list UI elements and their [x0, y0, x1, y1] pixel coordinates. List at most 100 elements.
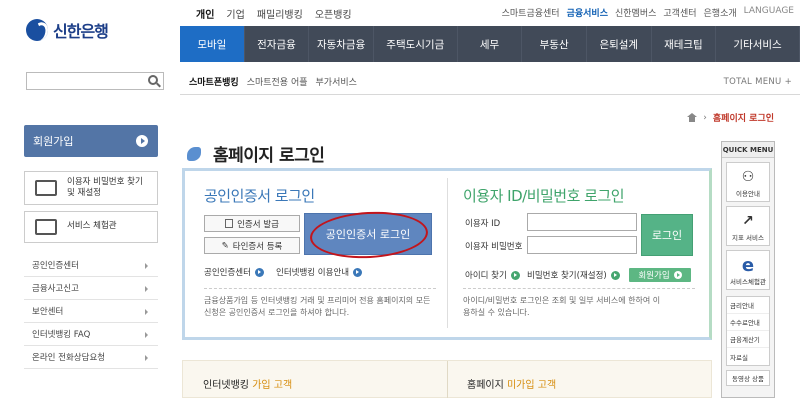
quick-item-rates[interactable]: 금리안내 [727, 297, 769, 314]
find-id-link[interactable]: 아이디 찾기 [465, 269, 520, 281]
util-shinhan-members[interactable]: 신한멤버스 [615, 6, 656, 19]
banking-guide-label: 인터넷뱅킹 이용안내 [276, 268, 350, 278]
util-customer-center[interactable]: 고객센터 [663, 6, 696, 19]
join-label: 회원가입 [33, 135, 74, 148]
nonmember-highlight: 미가입 고객 [506, 380, 557, 391]
total-menu-button[interactable]: TOTAL MENU + [724, 77, 792, 87]
nonmember-customer-heading[interactable]: 홈페이지 미가입 고객 [467, 376, 556, 391]
arrow-right-icon [136, 135, 148, 147]
tab-open-banking[interactable]: 오픈뱅킹 [315, 6, 352, 21]
nav-real-estate[interactable]: 부동산 [522, 26, 587, 62]
join-button[interactable]: 회원가입 [629, 268, 691, 282]
title-decoration-icon [185, 145, 207, 163]
document-icon [225, 219, 234, 228]
join-member-button[interactable]: 회원가입 [24, 125, 158, 157]
join-button-label: 회원가입 [638, 271, 670, 281]
register-cert-button[interactable]: ✎ 타인증서 등록 [204, 237, 300, 254]
nav-retirement[interactable]: 은퇴설계 [587, 26, 652, 62]
member-highlight: 가입 고객 [252, 380, 293, 391]
guide-icon: ⚇ [741, 169, 755, 185]
quick-menu-title: QUICK MENU [722, 142, 774, 158]
arrow-circle-icon [254, 267, 264, 277]
quick-guide-button[interactable]: ⚇ 이용안내 [726, 162, 770, 202]
sidebar-links: 공인인증센터 금융사고신고 보안센터 인터넷뱅킹 FAQ 온라인 전화상담요청 [24, 254, 158, 369]
util-language[interactable]: LANGUAGE [744, 6, 794, 19]
nav-other-services[interactable]: 기타서비스 [716, 26, 800, 62]
quick-video-products[interactable]: 동영상 상품 [726, 370, 770, 386]
find-password-link-2[interactable]: 비밀번호 찾기(재설정) [527, 269, 620, 281]
shinhan-logo-icon [26, 19, 48, 41]
breadcrumb-current: 홈페이지 로그인 [712, 114, 774, 124]
member-prefix: 인터넷뱅킹 [203, 380, 253, 391]
page-title: 홈페이지 로그인 [213, 146, 325, 166]
issue-cert-button[interactable]: 인증서 발급 [204, 215, 300, 232]
find-password-link[interactable]: 이용자 비밀번호 찾기 및 재설정 [24, 171, 158, 205]
main-nav: 모바일 전자금융 자동차금융 주택도시기금 세무 부동산 은퇴설계 재테크팁 기… [180, 26, 800, 62]
arrow-circle-icon [353, 267, 363, 277]
subnav-extra-services[interactable]: 부가서비스 [316, 75, 357, 88]
quick-experience-button[interactable]: e 서비스체험관 [726, 250, 770, 290]
dashed-divider [463, 288, 695, 289]
service-experience-label: 서비스 체험관 [67, 221, 117, 232]
quick-item-fees[interactable]: 수수료안내 [727, 314, 769, 331]
util-financial-services[interactable]: 금융서비스 [567, 6, 608, 19]
subnav-smart-apps[interactable]: 스마트전용 어플 [247, 75, 308, 88]
nav-e-finance[interactable]: 전자금융 [245, 26, 310, 62]
quick-guide-label: 이용안내 [736, 190, 760, 198]
tab-family-banking[interactable]: 패밀리뱅킹 [257, 6, 303, 21]
search-box [26, 72, 164, 90]
id-login-panel: 이용자 ID/비밀번호 로그인 이용자 ID 이용자 비밀번호 로그인 아이디 … [449, 171, 709, 337]
page-heading: 홈페이지 로그인 [185, 141, 325, 166]
util-smart-finance[interactable]: 스마트금융센터 [502, 6, 560, 19]
quick-menu: QUICK MENU ⚇ 이용안내 ↗ 지표 서비스 e 서비스체험관 금리안내… [721, 141, 775, 398]
issue-cert-label: 인증서 발급 [237, 219, 279, 230]
register-cert-label: 타인증서 등록 [232, 241, 283, 252]
quick-experience-label: 서비스체험관 [730, 278, 766, 286]
nav-mobile[interactable]: 모바일 [180, 26, 245, 62]
utility-links: 스마트금융센터 금융서비스 신한멤버스 고객센터 은행소개 LANGUAGE [502, 6, 794, 19]
sidebar-item-security-center[interactable]: 보안센터 [24, 300, 158, 323]
bank-logo[interactable]: 신한은행 [26, 18, 109, 42]
find-id-label: 아이디 찾기 [465, 271, 507, 281]
quick-index-label: 지표 서비스 [732, 234, 764, 242]
cert-center-link[interactable]: 공인인증센터 [204, 266, 264, 278]
tab-business[interactable]: 기업 [226, 6, 244, 21]
divider [180, 94, 800, 95]
tab-personal[interactable]: 개인 [196, 6, 214, 21]
cert-description: 금융상품가입 등 인터넷뱅킹 거래 및 프리미어 전용 홈페이지의 모든 신청은… [204, 296, 431, 317]
member-customer-heading[interactable]: 인터넷뱅킹 가입 고객 [203, 376, 292, 391]
search-input[interactable] [27, 73, 139, 89]
home-icon[interactable] [687, 113, 698, 122]
id-login-button[interactable]: 로그인 [641, 214, 693, 256]
sidebar-item-cert-center[interactable]: 공인인증센터 [24, 254, 158, 277]
cert-center-label: 공인인증센터 [204, 268, 251, 278]
service-experience-link[interactable]: 서비스 체험관 [24, 211, 158, 243]
nonmember-prefix: 홈페이지 [467, 380, 507, 391]
arrow-circle-icon [610, 270, 620, 280]
quick-index-button[interactable]: ↗ 지표 서비스 [726, 206, 770, 246]
breadcrumb-separator-icon: › [703, 112, 707, 123]
sidebar-item-fraud-report[interactable]: 금융사고신고 [24, 277, 158, 300]
sub-nav: 스마트폰뱅킹 스마트전용 어플 부가서비스 [189, 75, 357, 88]
nav-investment-tips[interactable]: 재테크팁 [652, 26, 717, 62]
monitor-icon [35, 180, 57, 196]
panel-divider [447, 178, 448, 328]
find-password-label-2: 비밀번호 찾기(재설정) [527, 271, 607, 281]
nav-auto-finance[interactable]: 자동차금융 [309, 26, 374, 62]
sidebar-item-faq[interactable]: 인터넷뱅킹 FAQ [24, 323, 158, 346]
quick-item-calculator[interactable]: 금융계산기 [727, 331, 769, 348]
nav-housing-fund[interactable]: 주택도시기금 [374, 26, 458, 62]
password-input[interactable] [527, 236, 637, 254]
pencil-icon: ✎ [221, 240, 229, 251]
cert-login-button[interactable]: 공인인증서 로그인 [304, 208, 432, 262]
user-id-input[interactable] [527, 213, 637, 231]
subnav-smartphone-banking[interactable]: 스마트폰뱅킹 [189, 75, 239, 88]
id-description: 아이디/비밀번호 로그인은 조회 및 일부 서비스에 한하여 이용하실 수 있습… [463, 296, 661, 317]
banking-guide-link[interactable]: 인터넷뱅킹 이용안내 [276, 266, 363, 278]
quick-item-archive[interactable]: 자료실 [727, 348, 769, 365]
quick-list: 금리안내 수수료안내 금융계산기 자료실 [726, 296, 770, 366]
sidebar-item-phone-consult[interactable]: 온라인 전화상담요청 [24, 346, 158, 369]
nav-tax[interactable]: 세무 [458, 26, 523, 62]
util-about-bank[interactable]: 은행소개 [704, 6, 737, 19]
search-icon[interactable] [148, 75, 158, 85]
